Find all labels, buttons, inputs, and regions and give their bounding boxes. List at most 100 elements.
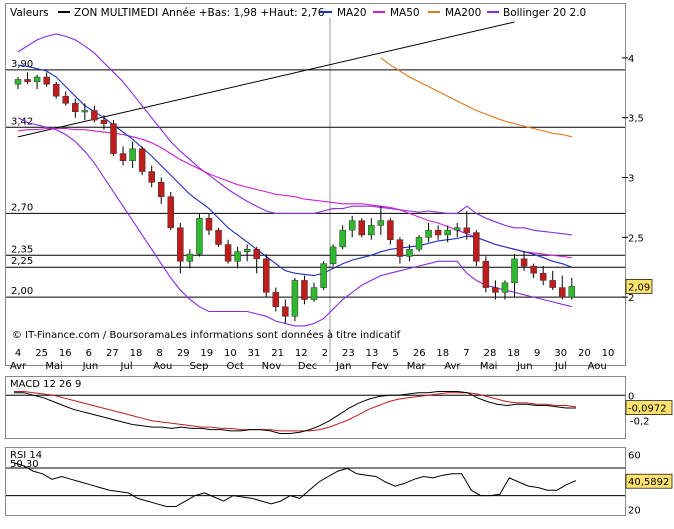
candle [215,227,222,247]
candle-body [282,306,289,317]
candle-body [406,249,413,257]
candle-body [253,249,260,260]
x-month-label: Mai [480,361,498,372]
x-tick-label: 5 [392,348,398,359]
candle-body [549,280,556,288]
x-tick-label: 9 [534,348,540,359]
legend-ma50: MA50 [390,7,420,19]
x-tick-label: 25 [35,348,48,359]
x-tick-label: 13 [366,348,379,359]
macd-label: MACD 12 26 9 [10,379,81,390]
candle [415,234,423,252]
legend-ma20: MA20 [337,7,367,19]
legend-title: Valeurs [10,7,49,19]
candle-body [434,229,442,236]
level-label: 3,42 [11,116,33,127]
candle-body [205,217,213,231]
y-tick-label: 2 [628,293,634,304]
price-y-axis: 2 2,5 3 3,5 4 2,09 [622,54,653,304]
candle-body [559,287,566,298]
candle-body [272,292,280,307]
candle-body [91,110,98,121]
x-tick-label: 18 [436,348,449,359]
candle-body [396,239,404,257]
rsi-y-tick-label: 20 [628,505,641,516]
current-price-label: 2,09 [628,282,650,293]
x-month-label: Mai [45,361,63,372]
candle-body [224,244,232,262]
candle-body [329,246,337,264]
candle-body [463,227,471,233]
candle-body [129,148,136,162]
candle-body [492,287,499,293]
level-label: 2,70 [11,202,33,213]
level-label: 2,25 [11,256,33,267]
x-month-label: Avr [10,361,27,372]
candle-body [119,153,127,162]
candle-body [81,110,89,113]
candle-body [33,76,41,83]
candle-body [186,253,194,262]
candle [263,254,270,298]
candle-body [425,229,432,238]
candle-body [453,227,461,231]
candle-body [72,103,79,112]
x-month-label: Jul [120,361,133,372]
x-tick-label: 7 [463,348,469,359]
y-tick-label: 3,5 [628,114,644,125]
x-tick-label: 18 [507,348,520,359]
candle-body [100,119,108,124]
candle-body [377,220,385,226]
rsi-panel-frame [5,447,626,516]
x-month-label: Sep [190,361,209,372]
x-tick-label: 6 [86,348,92,359]
stock-chart-widget: Valeurs ZON MULTIMEDI Année +Bas: 1,98 +… [0,0,674,526]
candle [358,218,365,238]
candle [110,120,117,156]
candle-body [52,83,60,97]
x-tick-label: 12 [295,348,308,359]
x-month-label: Fev [371,361,388,372]
candle-body [501,282,509,293]
chart-canvas: Valeurs ZON MULTIMEDI Année +Bas: 1,98 +… [5,3,673,516]
candle-body [148,171,155,183]
level-label: 3,90 [11,59,33,70]
candle-body [138,148,146,172]
legend-bollinger: Bollinger 20 2.0 [503,7,586,19]
candle-body [43,76,50,85]
x-month-label: Jun [82,361,99,372]
x-tick-label: 2 [322,348,328,359]
x-tick-label: 30 [554,348,567,359]
macd-current-label: -0,0972 [628,404,667,415]
candle-body [568,286,576,298]
candle [291,278,299,322]
candle [167,191,175,231]
x-tick-label: 19 [200,348,213,359]
candle-body [234,251,241,262]
candle-body [62,95,69,104]
candle-body [110,123,117,154]
candle-body [24,79,31,83]
x-month-label: Nov [262,361,282,372]
candle-body [444,229,451,236]
candle-body [196,217,203,255]
x-month-label: Avr [444,361,461,372]
rsi-current-label: 40,5892 [628,477,669,488]
candle-body [320,263,327,288]
candle-body [177,227,184,262]
candle-body [387,220,394,240]
x-month-label: Jul [554,361,567,372]
candle-body [291,280,299,317]
candle [473,230,480,267]
x-month-label: Dec [298,361,317,372]
macd-y-tick-label: -0,2 [630,417,650,428]
x-month-label: Oct [227,361,244,372]
legend-range: Année +Bas: 1,98 +Haut: 2,76 [162,7,325,19]
legend-ma200: MA200 [445,7,481,19]
x-tick-label: 26 [413,348,426,359]
x-tick-label: 8 [156,348,162,359]
y-tick-label: 2,5 [628,233,644,244]
candle-body [482,261,490,288]
candle-body [511,258,518,284]
x-tick-label: 10 [224,348,237,359]
